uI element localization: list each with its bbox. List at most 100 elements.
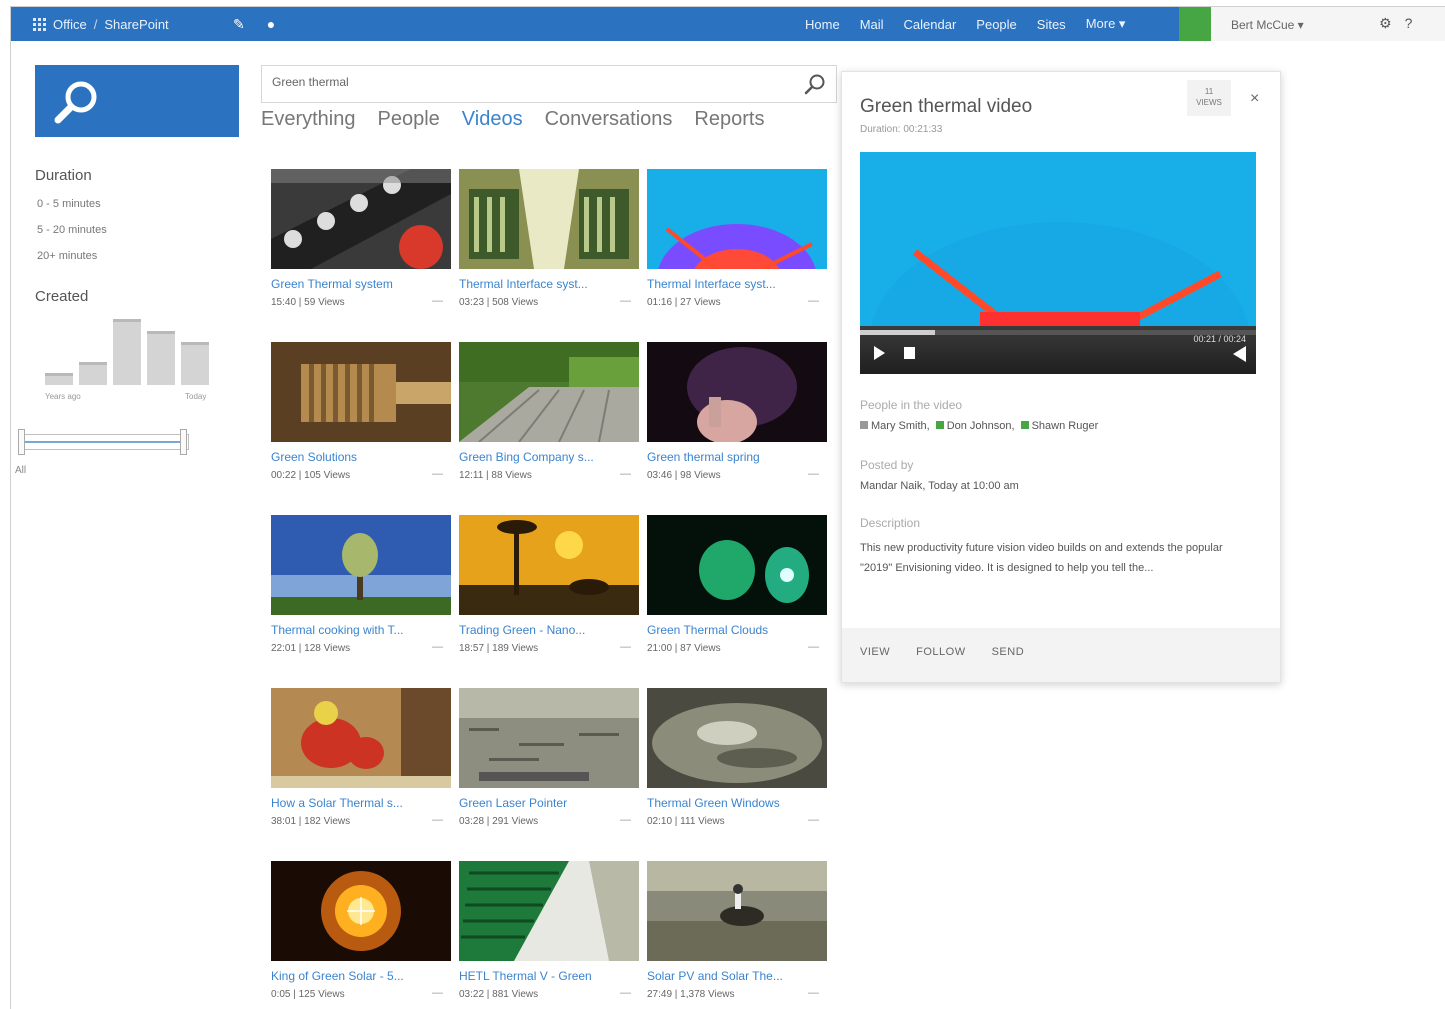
- video-title[interactable]: Trading Green - Nano...: [459, 623, 637, 637]
- video-result[interactable]: Green Solutions 00:22 | 105 Views —: [271, 342, 451, 487]
- video-title[interactable]: Thermal Interface syst...: [647, 277, 825, 291]
- video-title[interactable]: HETL Thermal V - Green: [459, 969, 637, 983]
- video-result[interactable]: Green Thermal system 15:40 | 59 Views —: [271, 169, 451, 314]
- video-title[interactable]: Thermal Green Windows: [647, 796, 825, 810]
- video-thumbnail[interactable]: [459, 688, 639, 788]
- nav-home[interactable]: Home: [805, 17, 840, 32]
- histogram-bar[interactable]: [45, 373, 73, 385]
- histogram-bar[interactable]: [79, 362, 107, 385]
- video-title[interactable]: Solar PV and Solar The...: [647, 969, 825, 983]
- duration-option[interactable]: 20+ minutes: [37, 250, 225, 262]
- close-icon[interactable]: ×: [1250, 90, 1259, 108]
- video-result[interactable]: Thermal Green Windows 02:10 | 111 Views —: [647, 688, 827, 833]
- video-title[interactable]: Thermal Interface syst...: [459, 277, 637, 291]
- slider-handle-right[interactable]: [180, 429, 187, 455]
- more-options-icon[interactable]: —: [808, 814, 819, 826]
- video-thumbnail[interactable]: [271, 861, 451, 961]
- tab-everything[interactable]: Everything: [261, 108, 356, 131]
- video-thumbnail[interactable]: [459, 342, 639, 442]
- slider-handle-left[interactable]: [18, 429, 25, 455]
- search-input[interactable]: [272, 75, 772, 89]
- gear-icon[interactable]: ⚙: [1379, 15, 1392, 32]
- brand-sharepoint[interactable]: SharePoint: [104, 17, 168, 32]
- more-options-icon[interactable]: —: [620, 814, 631, 826]
- video-title[interactable]: How a Solar Thermal s...: [271, 796, 449, 810]
- more-options-icon[interactable]: —: [620, 987, 631, 999]
- more-options-icon[interactable]: —: [432, 468, 443, 480]
- panel-title[interactable]: Green thermal video: [860, 96, 1032, 118]
- video-thumbnail[interactable]: [459, 169, 639, 269]
- follow-action[interactable]: FOLLOW: [916, 646, 965, 682]
- duration-option[interactable]: 5 - 20 minutes: [37, 224, 225, 236]
- video-title[interactable]: Green thermal spring: [647, 450, 825, 464]
- tab-reports[interactable]: Reports: [694, 108, 764, 131]
- video-result[interactable]: HETL Thermal V - Green 03:22 | 881 Views —: [459, 861, 639, 1006]
- video-result[interactable]: Thermal Interface syst... 03:23 | 508 Vie…: [459, 169, 639, 314]
- video-result[interactable]: Green Laser Pointer 03:28 | 291 Views —: [459, 688, 639, 833]
- more-options-icon[interactable]: —: [620, 295, 631, 307]
- video-title[interactable]: King of Green Solar - 5...: [271, 969, 449, 983]
- video-result[interactable]: King of Green Solar - 5... 0:05 | 125 Vie…: [271, 861, 451, 1006]
- user-menu[interactable]: Bert McCue ▾: [1231, 18, 1304, 32]
- tab-videos[interactable]: Videos: [462, 108, 523, 131]
- video-result[interactable]: Green Bing Company s... 12:11 | 88 Views —: [459, 342, 639, 487]
- video-title[interactable]: Thermal cooking with T...: [271, 623, 449, 637]
- edit-pencil-icon[interactable]: ✎: [233, 16, 245, 33]
- pin-icon[interactable]: ●: [267, 16, 275, 32]
- more-options-icon[interactable]: —: [620, 641, 631, 653]
- more-options-icon[interactable]: —: [808, 468, 819, 480]
- more-options-icon[interactable]: —: [432, 641, 443, 653]
- nav-people[interactable]: People: [976, 17, 1016, 32]
- person-item[interactable]: Mary Smith,: [860, 420, 930, 432]
- nav-calendar[interactable]: Calendar: [904, 17, 957, 32]
- video-title[interactable]: Green Thermal system: [271, 277, 449, 291]
- video-title[interactable]: Green Solutions: [271, 450, 449, 464]
- video-thumbnail[interactable]: [271, 342, 451, 442]
- video-player[interactable]: 00:21 / 00:24: [860, 152, 1256, 374]
- video-thumbnail[interactable]: [271, 169, 451, 269]
- play-icon[interactable]: [874, 346, 885, 360]
- created-range-slider[interactable]: [18, 429, 189, 455]
- video-result[interactable]: Green thermal spring 03:46 | 98 Views —: [647, 342, 827, 487]
- video-thumbnail[interactable]: [647, 169, 827, 269]
- video-title[interactable]: Green Bing Company s...: [459, 450, 637, 464]
- video-thumbnail[interactable]: [271, 515, 451, 615]
- nav-more[interactable]: More ▾: [1086, 16, 1126, 32]
- stop-icon[interactable]: [904, 347, 915, 359]
- video-result[interactable]: Solar PV and Solar The... 27:49 | 1,378 V…: [647, 861, 827, 1006]
- video-thumbnail[interactable]: [459, 861, 639, 961]
- tab-conversations[interactable]: Conversations: [545, 108, 673, 131]
- nav-sites[interactable]: Sites: [1037, 17, 1066, 32]
- video-title[interactable]: Green Thermal Clouds: [647, 623, 825, 637]
- video-thumbnail[interactable]: [647, 688, 827, 788]
- help-icon[interactable]: ?: [1405, 15, 1413, 32]
- video-result[interactable]: Thermal Interface syst... 01:16 | 27 View…: [647, 169, 827, 314]
- duration-option[interactable]: 0 - 5 minutes: [37, 198, 225, 210]
- histogram-bar[interactable]: [147, 331, 175, 385]
- video-title[interactable]: Green Laser Pointer: [459, 796, 637, 810]
- video-thumbnail[interactable]: [647, 342, 827, 442]
- nav-mail[interactable]: Mail: [860, 17, 884, 32]
- more-options-icon[interactable]: —: [808, 641, 819, 653]
- tab-people[interactable]: People: [378, 108, 440, 131]
- suite-brand[interactable]: Office / SharePoint: [33, 7, 169, 41]
- more-options-icon[interactable]: —: [432, 295, 443, 307]
- histogram-bar[interactable]: [113, 319, 141, 385]
- video-thumbnail[interactable]: [647, 515, 827, 615]
- video-thumbnail[interactable]: [459, 515, 639, 615]
- send-action[interactable]: SEND: [992, 646, 1025, 682]
- video-thumbnail[interactable]: [647, 861, 827, 961]
- volume-icon[interactable]: [1233, 346, 1246, 362]
- person-item[interactable]: Shawn Ruger: [1020, 420, 1098, 432]
- video-result[interactable]: Trading Green - Nano... 18:57 | 189 Views…: [459, 515, 639, 660]
- search-icon[interactable]: [804, 73, 826, 95]
- video-result[interactable]: How a Solar Thermal s... 38:01 | 182 View…: [271, 688, 451, 833]
- more-options-icon[interactable]: —: [808, 295, 819, 307]
- video-thumbnail[interactable]: [271, 688, 451, 788]
- video-result[interactable]: Green Thermal Clouds 21:00 | 87 Views —: [647, 515, 827, 660]
- search-center-tile[interactable]: [35, 65, 239, 137]
- app-launcher-icon[interactable]: [33, 17, 46, 31]
- person-item[interactable]: Don Johnson,: [935, 420, 1015, 432]
- more-options-icon[interactable]: —: [432, 987, 443, 999]
- view-action[interactable]: VIEW: [860, 646, 890, 682]
